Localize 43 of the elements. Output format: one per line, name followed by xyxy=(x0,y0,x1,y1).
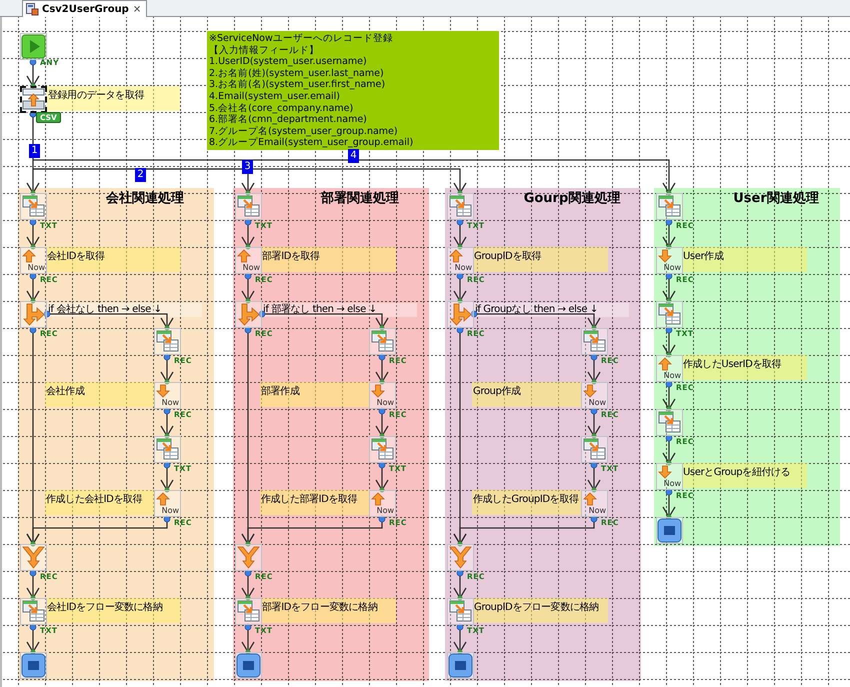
node-comment: 会社IDを取得 xyxy=(46,247,181,272)
node-caption: Now xyxy=(664,371,681,381)
close-button[interactable]: × xyxy=(132,4,142,14)
lane-title: 部署関連処理 xyxy=(320,190,400,207)
node-caption: Now xyxy=(588,506,606,516)
node-comment: if 部署なし then → else ↓ xyxy=(261,303,417,317)
node-comment: GroupIDをフロー変数に格納 xyxy=(473,598,608,623)
lane-title: 会社関連処理 xyxy=(104,190,185,207)
node-caption: Now xyxy=(664,479,681,489)
node-caption: Now xyxy=(588,398,606,408)
node-caption: Now xyxy=(376,398,394,408)
node-caption: Now xyxy=(28,263,45,273)
node-comment: 部署作成 xyxy=(260,382,369,407)
tab-title: Csv2UserGroup xyxy=(42,4,129,14)
node-caption: Now xyxy=(376,506,394,516)
node-comment: 作成したUserIDを取得 xyxy=(682,355,807,380)
node-comment: 部署IDを取得 xyxy=(261,247,396,272)
node-comment: UserとGroupを紐付ける xyxy=(682,463,807,488)
node-comment: 部署IDをフロー変数に格納 xyxy=(261,598,396,623)
node-comment: if Groupなし then → else ↓ xyxy=(473,303,629,317)
node-caption: Now xyxy=(454,263,472,273)
node-comment: User作成 xyxy=(682,247,807,272)
lane-title: User関連処理 xyxy=(732,190,820,207)
connector-number: 3 xyxy=(242,160,253,174)
node-caption: Now xyxy=(162,398,179,408)
node-comment: Group作成 xyxy=(472,382,581,407)
editor-tab[interactable]: Csv2UserGroup × xyxy=(22,0,148,17)
node-comment: 会社IDをフロー変数に格納 xyxy=(46,598,181,623)
connector-number: 4 xyxy=(348,149,359,163)
node-comment: 登録用のデータを取得 xyxy=(47,86,180,111)
node-comment: 作成した会社IDを取得 xyxy=(45,490,154,515)
node-caption: Now xyxy=(162,506,179,516)
memo-note: ※ServiceNowユーザーへのレコード登録 【入力情報フィールド】 1.UserID(system_user.username) 2.お名前(姓)(system_user.last_name) 3.お名前(名)(system_user.first_name) 4.Email(system_user.email) 5.会社名(core_company.name) 6.部署名(cmn_department.name) 7.グループ名(system_user_group.name) 8.グループEmail(system_user_group.email) xyxy=(207,31,499,150)
lane-title: Gourp関連処理 xyxy=(522,190,622,207)
connector-number: 1 xyxy=(29,144,40,158)
node-comment: if 会社なし then → else ↓ xyxy=(46,303,202,317)
node-caption: Now xyxy=(664,263,681,273)
connector-number: 2 xyxy=(135,168,146,182)
node-comment: 会社作成 xyxy=(45,382,154,407)
node-comment: GroupIDを取得 xyxy=(473,247,608,272)
node-caption: Now xyxy=(242,263,260,273)
node-comment: 作成したGroupIDを取得 xyxy=(472,490,581,515)
node-comment: 作成した部署IDを取得 xyxy=(260,490,369,515)
